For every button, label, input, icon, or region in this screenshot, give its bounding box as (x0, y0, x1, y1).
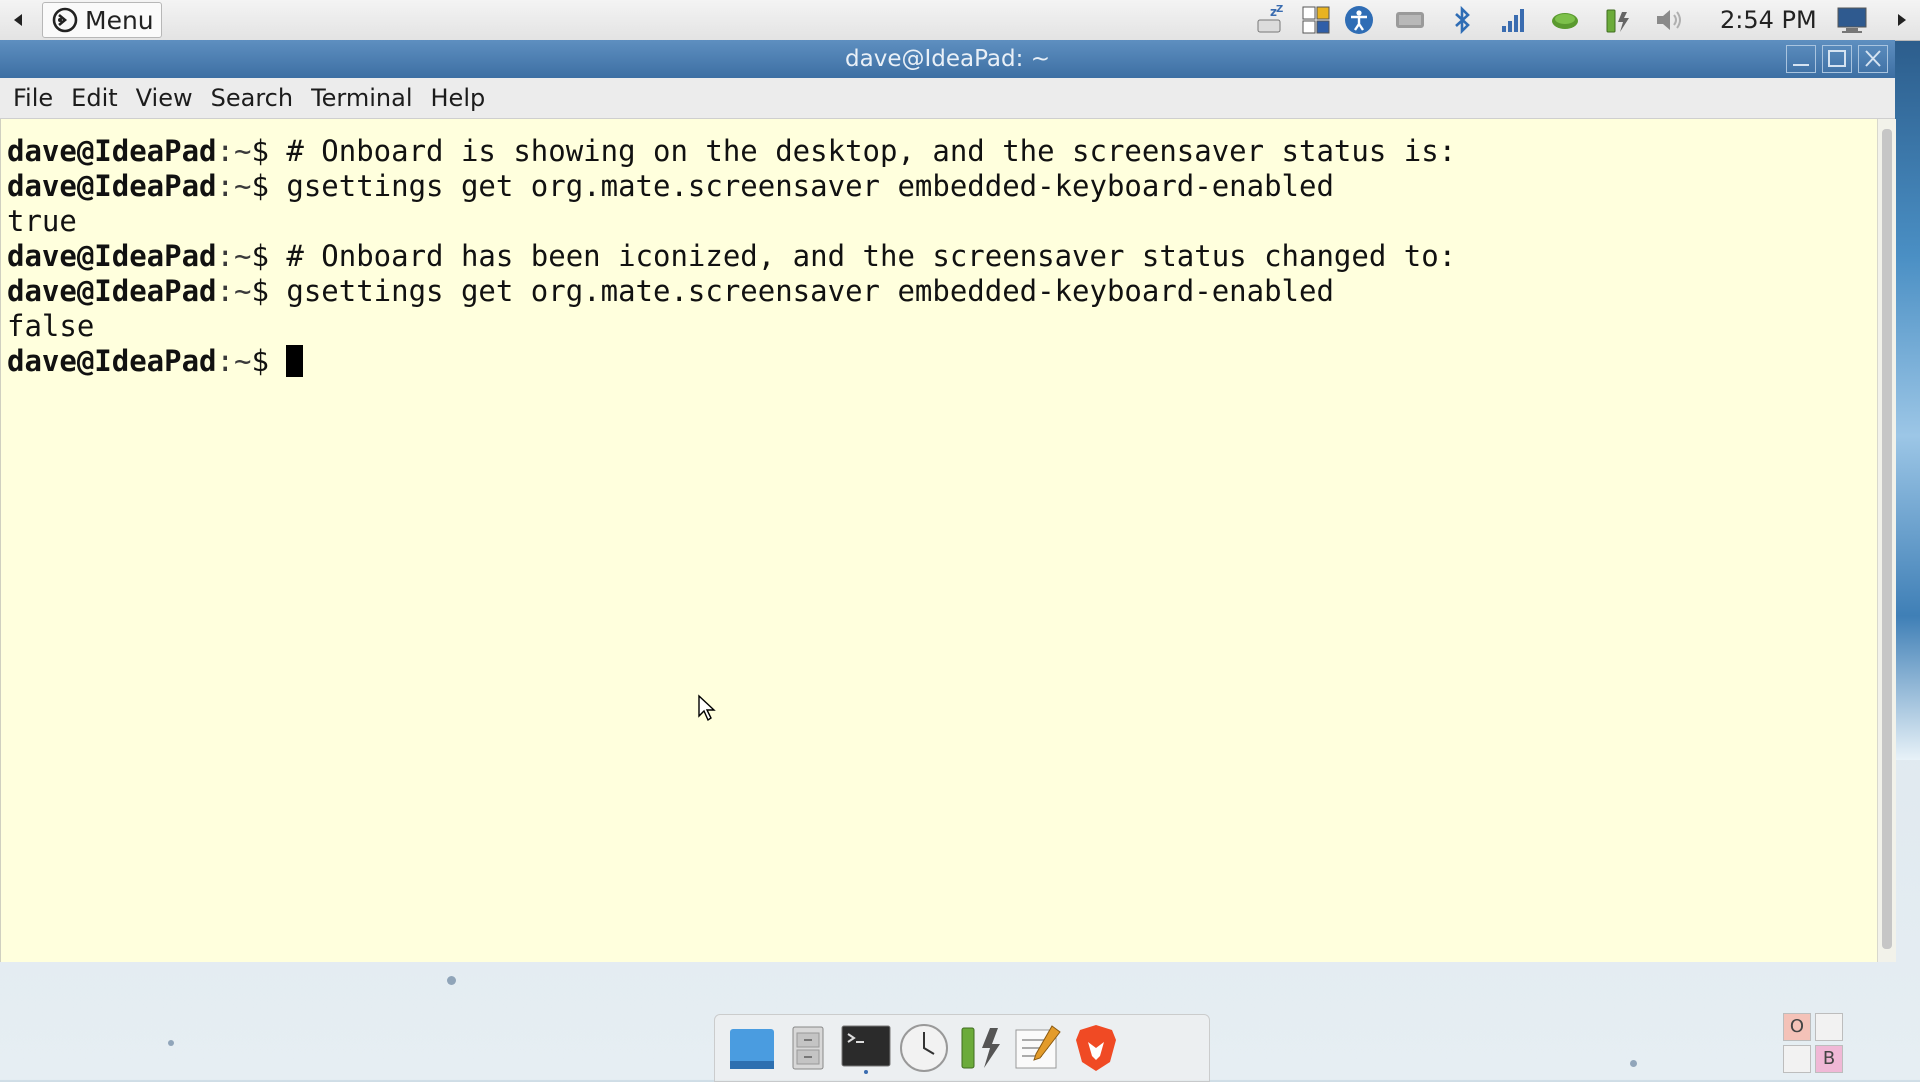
prompt-path: :~ (216, 239, 252, 273)
power-manager-icon[interactable] (1602, 4, 1634, 36)
text-cursor (286, 345, 304, 377)
volume-icon[interactable] (1653, 4, 1685, 36)
prompt-symbol: $ (251, 344, 287, 378)
minimize-button[interactable] (1786, 45, 1816, 73)
close-button[interactable] (1858, 45, 1888, 73)
prompt-path: :~ (216, 274, 252, 308)
file-cabinet-icon (792, 1026, 824, 1070)
prompt-user: dave@IdeaPad (7, 344, 217, 378)
menu-button[interactable]: Menu (42, 2, 162, 38)
prompt-user: dave@IdeaPad (7, 169, 217, 203)
svg-text:Z: Z (1276, 4, 1283, 15)
accessibility-icon[interactable] (1343, 4, 1375, 36)
panel-hide-right-button[interactable] (1884, 0, 1920, 40)
menu-help[interactable]: Help (422, 84, 495, 112)
prompt-symbol: $ (251, 134, 287, 168)
prompt-path: :~ (216, 344, 252, 378)
battery-charge-icon (961, 1027, 1000, 1069)
maximize-icon (1828, 50, 1846, 67)
terminal-command-line: dave@IdeaPad:~$ gsettings get org.mate.s… (7, 169, 1334, 204)
panel-hide-left-button[interactable] (0, 0, 36, 40)
terminal-output-line: false (7, 309, 95, 343)
triangle-left-icon (14, 14, 22, 26)
brave-lion-icon (1076, 1025, 1116, 1071)
window-title: dave@IdeaPad: ~ (845, 46, 1050, 72)
menu-file[interactable]: File (4, 84, 62, 112)
prompt-symbol: $ (251, 239, 287, 273)
sleep-inhibit-icon[interactable]: zZ (1254, 4, 1286, 36)
terminal-window: dave@IdeaPad: ~ File Edit View Search Te… (0, 40, 1896, 962)
updates-icon[interactable] (1549, 4, 1581, 36)
maximize-button[interactable] (1822, 45, 1852, 73)
prompt-path: :~ (216, 134, 252, 168)
menu-terminal[interactable]: Terminal (302, 84, 421, 112)
dock-item-power-statistics[interactable] (955, 1021, 1009, 1075)
prompt-symbol: $ (251, 169, 287, 203)
menu-logo-icon (52, 7, 78, 33)
wallpaper-speck (447, 976, 456, 985)
command-text: # Onboard is showing on the desktop, and… (286, 134, 1457, 168)
workspace-switcher: O B (1783, 1013, 1845, 1075)
prompt-user: dave@IdeaPad (7, 134, 217, 168)
dock-item-terminal[interactable] (839, 1021, 893, 1075)
menu-label: Menu (85, 5, 154, 35)
menu-edit[interactable]: Edit (62, 84, 126, 112)
prompt-symbol: $ (251, 274, 287, 308)
workspace-3[interactable] (1783, 1045, 1811, 1073)
bluetooth-icon[interactable] (1446, 4, 1478, 36)
dock-item-text-editor[interactable] (1011, 1021, 1065, 1075)
minimize-icon (1793, 64, 1809, 66)
clock-icon (900, 1024, 948, 1072)
workspace-2[interactable] (1815, 1013, 1843, 1041)
wallpaper-speck (168, 1040, 174, 1046)
wallpaper-speck (1630, 1060, 1637, 1067)
close-icon (1865, 50, 1881, 67)
terminal-output-line: true (7, 204, 77, 238)
terminal-icon (841, 1025, 891, 1074)
show-desktop-icon[interactable] (1836, 4, 1868, 36)
keyboard-indicator-icon[interactable] (1394, 4, 1426, 36)
dock-item-clock[interactable] (897, 1021, 951, 1075)
terminal-command-line: dave@IdeaPad:~$ gsettings get org.mate.s… (7, 274, 1334, 309)
terminal-scrollbar[interactable] (1877, 119, 1896, 962)
terminal-command-line: dave@IdeaPad:~$ # Onboard has been iconi… (7, 239, 1456, 274)
terminal-command-line: dave@IdeaPad:~$ # Onboard is showing on … (7, 134, 1456, 169)
mouse-pointer-icon (698, 694, 716, 722)
command-text: gsettings get org.mate.screensaver embed… (286, 274, 1334, 308)
text-editor-icon (1015, 1025, 1061, 1069)
terminal-output[interactable]: dave@IdeaPad:~$ # Onboard is showing on … (0, 119, 1878, 962)
network-signal-icon[interactable] (1497, 4, 1529, 36)
workspace-grid-icon[interactable] (1300, 4, 1332, 36)
prompt-user: dave@IdeaPad (7, 274, 217, 308)
triangle-right-icon (1898, 14, 1906, 26)
dock-item-brave-browser[interactable] (1069, 1021, 1123, 1075)
terminal-menubar: File Edit View Search Terminal Help (0, 78, 1895, 119)
workspace-4[interactable]: B (1815, 1045, 1843, 1073)
dock-item-files[interactable] (725, 1021, 779, 1075)
dock (714, 1014, 1210, 1082)
dock-item-file-cabinet[interactable] (781, 1021, 835, 1075)
window-titlebar[interactable]: dave@IdeaPad: ~ (0, 40, 1895, 79)
scrollbar-thumb[interactable] (1882, 129, 1892, 949)
panel-clock[interactable]: 2:54 PM (1720, 0, 1817, 40)
command-text: gsettings get org.mate.screensaver embed… (286, 169, 1334, 203)
workspace-1[interactable]: O (1783, 1013, 1811, 1041)
folder-icon (730, 1029, 774, 1069)
prompt-user: dave@IdeaPad (7, 239, 217, 273)
top-panel: Menu zZ 2:54 PM (0, 0, 1920, 41)
menu-search[interactable]: Search (202, 84, 302, 112)
menu-view[interactable]: View (127, 84, 202, 112)
terminal-command-line: dave@IdeaPad:~$ (7, 344, 304, 379)
command-text: # Onboard has been iconized, and the scr… (286, 239, 1457, 273)
prompt-path: :~ (216, 169, 252, 203)
